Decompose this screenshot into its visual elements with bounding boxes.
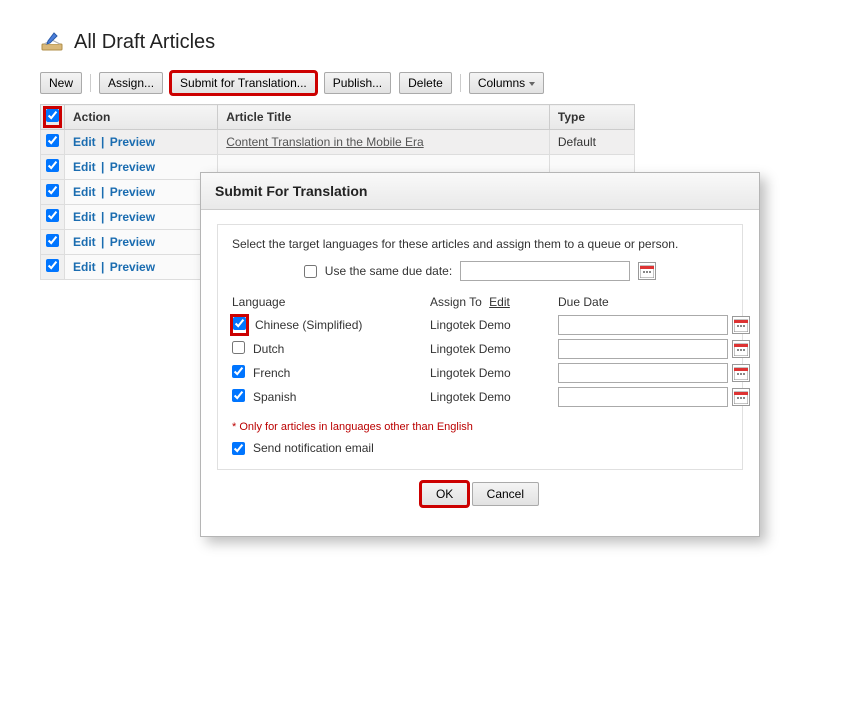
calendar-icon[interactable]: [732, 388, 750, 406]
calendar-icon[interactable]: [732, 316, 750, 334]
calendar-icon[interactable]: [638, 262, 656, 280]
row-checkbox[interactable]: [46, 134, 59, 147]
row-checkbox[interactable]: [46, 209, 59, 222]
row-checkbox[interactable]: [46, 159, 59, 172]
calendar-icon[interactable]: [732, 340, 750, 358]
language-checkbox[interactable]: [232, 341, 245, 354]
assign-value: Lingotek Demo: [430, 318, 550, 332]
preview-link[interactable]: Preview: [110, 235, 155, 249]
action-sep: |: [98, 210, 108, 224]
note-other-language: * Only for articles in languages other t…: [232, 421, 728, 433]
send-notification-checkbox[interactable]: [232, 442, 245, 455]
language-label: Spanish: [253, 390, 296, 404]
action-sep: |: [98, 160, 108, 174]
preview-link[interactable]: Preview: [110, 160, 155, 174]
notebook-icon: [40, 30, 64, 54]
col-title: Article Title: [218, 105, 550, 130]
language-label: Chinese (Simplified): [255, 318, 362, 332]
language-checkbox[interactable]: [232, 365, 245, 378]
same-due-date-label: Use the same due date:: [325, 264, 452, 278]
assign-button[interactable]: Assign...: [99, 72, 163, 94]
edit-link[interactable]: Edit: [73, 185, 96, 199]
assign-value: Lingotek Demo: [430, 342, 550, 356]
calendar-icon[interactable]: [732, 364, 750, 382]
page-title: All Draft Articles: [74, 31, 215, 54]
assign-edit-link[interactable]: Edit: [489, 295, 510, 309]
preview-link[interactable]: Preview: [110, 260, 155, 274]
toolbar: New Assign... Submit for Translation... …: [40, 72, 808, 94]
action-sep: |: [98, 185, 108, 199]
edit-link[interactable]: Edit: [73, 235, 96, 249]
due-date-input[interactable]: [558, 387, 728, 407]
col-language: Language: [232, 295, 422, 311]
submit-translation-dialog: Submit For Translation Select the target…: [200, 172, 760, 537]
preview-link[interactable]: Preview: [110, 210, 155, 224]
new-button[interactable]: New: [40, 72, 82, 94]
select-all-checkbox[interactable]: [46, 109, 59, 122]
table-row: Edit | Preview Content Translation in the…: [41, 130, 635, 155]
dialog-instructions: Select the target languages for these ar…: [232, 237, 728, 251]
col-type: Type: [549, 105, 634, 130]
language-label: Dutch: [253, 342, 284, 356]
row-checkbox[interactable]: [46, 259, 59, 272]
publish-button[interactable]: Publish...: [324, 72, 391, 94]
action-sep: |: [98, 135, 108, 149]
col-action: Action: [65, 105, 218, 130]
due-date-input[interactable]: [558, 363, 728, 383]
edit-link[interactable]: Edit: [73, 260, 96, 274]
submit-translation-button[interactable]: Submit for Translation...: [171, 72, 316, 94]
language-label: French: [253, 366, 290, 380]
action-sep: |: [98, 260, 108, 274]
columns-button[interactable]: Columns: [469, 72, 544, 94]
same-due-date-checkbox[interactable]: [304, 265, 317, 278]
assign-value: Lingotek Demo: [430, 366, 550, 380]
edit-link[interactable]: Edit: [73, 135, 96, 149]
article-title-link[interactable]: Content Translation in the Mobile Era: [226, 135, 423, 149]
due-date-input[interactable]: [558, 339, 728, 359]
preview-link[interactable]: Preview: [110, 185, 155, 199]
col-assign: Assign To Edit: [430, 295, 550, 311]
ok-button[interactable]: OK: [421, 482, 468, 506]
toolbar-divider: [90, 74, 91, 92]
cancel-button[interactable]: Cancel: [472, 482, 539, 506]
row-checkbox[interactable]: [46, 184, 59, 197]
send-notification-label: Send notification email: [253, 441, 374, 455]
dialog-title: Submit For Translation: [201, 173, 759, 210]
language-checkbox[interactable]: [233, 317, 246, 330]
delete-button[interactable]: Delete: [399, 72, 452, 94]
action-sep: |: [98, 235, 108, 249]
due-date-input[interactable]: [558, 315, 728, 335]
col-due: Due Date: [558, 295, 750, 311]
type-cell: Default: [549, 130, 634, 155]
preview-link[interactable]: Preview: [110, 135, 155, 149]
same-due-date-input[interactable]: [460, 261, 630, 281]
edit-link[interactable]: Edit: [73, 160, 96, 174]
language-checkbox[interactable]: [232, 389, 245, 402]
assign-value: Lingotek Demo: [430, 390, 550, 404]
edit-link[interactable]: Edit: [73, 210, 96, 224]
toolbar-divider: [460, 74, 461, 92]
row-checkbox[interactable]: [46, 234, 59, 247]
